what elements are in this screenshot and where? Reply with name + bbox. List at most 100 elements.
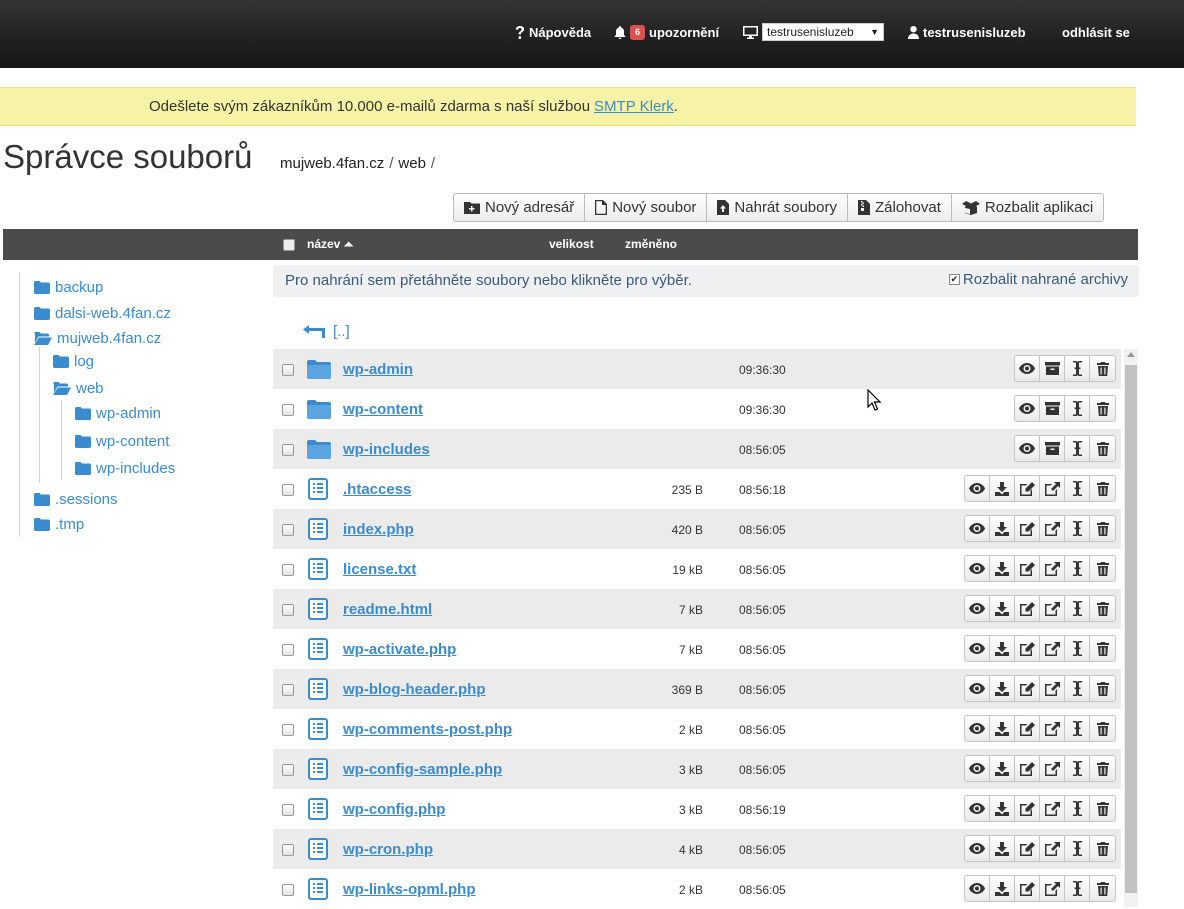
- eye-button[interactable]: [965, 596, 990, 621]
- download-button[interactable]: [990, 476, 1015, 501]
- backup-button[interactable]: Zálohovat: [848, 194, 952, 221]
- row-checkbox[interactable]: [282, 724, 294, 736]
- file-list-scrollbar[interactable]: [1124, 349, 1138, 907]
- external-link-button[interactable]: [1040, 556, 1065, 581]
- unpack-app-button[interactable]: Rozbalit aplikaci: [952, 194, 1103, 221]
- trash-button[interactable]: [1090, 636, 1115, 661]
- tree-item-tmp[interactable]: .tmp: [34, 516, 84, 533]
- tree-item-wp-admin[interactable]: wp-admin: [75, 405, 161, 422]
- rename-button[interactable]: [1065, 796, 1090, 821]
- archive-button[interactable]: [1040, 396, 1065, 421]
- notifications-link[interactable]: 6 upozornění: [614, 23, 719, 41]
- unpack-archives-option[interactable]: ✔ Rozbalit nahrané archivy: [948, 271, 1128, 288]
- row-checkbox[interactable]: [282, 644, 294, 656]
- trash-button[interactable]: [1090, 716, 1115, 741]
- user-link[interactable]: testrusenisluzeb: [908, 23, 1026, 41]
- edit-button[interactable]: [1015, 516, 1040, 541]
- rename-button[interactable]: [1065, 836, 1090, 861]
- new-directory-button[interactable]: Nový adresář: [454, 194, 586, 221]
- select-all-checkbox[interactable]: [283, 239, 295, 251]
- download-button[interactable]: [990, 796, 1015, 821]
- file-name-link[interactable]: .htaccess: [343, 481, 411, 498]
- file-name-link[interactable]: readme.html: [343, 601, 432, 618]
- external-link-button[interactable]: [1040, 636, 1065, 661]
- edit-button[interactable]: [1015, 636, 1040, 661]
- rename-button[interactable]: [1065, 556, 1090, 581]
- rename-button[interactable]: [1065, 636, 1090, 661]
- rename-button[interactable]: [1065, 676, 1090, 701]
- rename-button[interactable]: [1065, 476, 1090, 501]
- trash-button[interactable]: [1090, 836, 1115, 861]
- scrollbar-thumb[interactable]: [1125, 365, 1137, 893]
- download-button[interactable]: [990, 876, 1015, 901]
- eye-button[interactable]: [1015, 356, 1040, 381]
- file-name-link[interactable]: wp-includes: [343, 441, 430, 458]
- trash-button[interactable]: [1090, 436, 1115, 461]
- download-button[interactable]: [990, 756, 1015, 781]
- rename-button[interactable]: [1065, 356, 1090, 381]
- eye-button[interactable]: [965, 796, 990, 821]
- rename-button[interactable]: [1065, 396, 1090, 421]
- rename-button[interactable]: [1065, 516, 1090, 541]
- tree-item-backup[interactable]: backup: [34, 279, 103, 296]
- row-checkbox[interactable]: [282, 804, 294, 816]
- eye-button[interactable]: [965, 636, 990, 661]
- tree-item-wp-includes[interactable]: wp-includes: [75, 460, 175, 477]
- external-link-button[interactable]: [1040, 876, 1065, 901]
- row-checkbox[interactable]: [282, 884, 294, 896]
- row-checkbox[interactable]: [282, 364, 294, 376]
- eye-button[interactable]: [965, 876, 990, 901]
- row-checkbox[interactable]: [282, 764, 294, 776]
- tree-item-wp-content[interactable]: wp-content: [75, 433, 169, 450]
- eye-button[interactable]: [965, 476, 990, 501]
- column-name-sort[interactable]: název ⏶: [307, 237, 353, 252]
- new-file-button[interactable]: Nový soubor: [585, 194, 708, 221]
- external-link-button[interactable]: [1040, 476, 1065, 501]
- trash-button[interactable]: [1090, 796, 1115, 821]
- rename-button[interactable]: [1065, 716, 1090, 741]
- file-name-link[interactable]: wp-comments-post.php: [343, 721, 512, 738]
- trash-button[interactable]: [1090, 596, 1115, 621]
- file-name-link[interactable]: index.php: [343, 521, 414, 538]
- external-link-button[interactable]: [1040, 716, 1065, 741]
- file-name-link[interactable]: license.txt: [343, 561, 416, 578]
- row-checkbox[interactable]: [282, 484, 294, 496]
- edit-button[interactable]: [1015, 556, 1040, 581]
- external-link-button[interactable]: [1040, 596, 1065, 621]
- help-link[interactable]: Nápověda: [515, 23, 591, 41]
- trash-button[interactable]: [1090, 476, 1115, 501]
- breadcrumb-web[interactable]: web: [398, 155, 426, 172]
- trash-button[interactable]: [1090, 876, 1115, 901]
- file-name-link[interactable]: wp-cron.php: [343, 841, 433, 858]
- row-checkbox[interactable]: [282, 684, 294, 696]
- edit-button[interactable]: [1015, 836, 1040, 861]
- external-link-button[interactable]: [1040, 836, 1065, 861]
- archive-button[interactable]: [1040, 356, 1065, 381]
- file-name-link[interactable]: wp-activate.php: [343, 641, 456, 658]
- trash-button[interactable]: [1090, 356, 1115, 381]
- file-name-link[interactable]: wp-admin: [343, 361, 413, 378]
- scroll-up-arrow-icon[interactable]: [1127, 352, 1135, 357]
- eye-button[interactable]: [965, 516, 990, 541]
- tree-item-web[interactable]: web: [53, 380, 104, 397]
- eye-button[interactable]: [965, 676, 990, 701]
- trash-button[interactable]: [1090, 556, 1115, 581]
- tree-item-dalsi-web-4fan-cz[interactable]: dalsi-web.4fan.cz: [34, 305, 171, 322]
- trash-button[interactable]: [1090, 756, 1115, 781]
- trash-button[interactable]: [1090, 516, 1115, 541]
- edit-button[interactable]: [1015, 796, 1040, 821]
- download-button[interactable]: [990, 516, 1015, 541]
- row-checkbox[interactable]: [282, 404, 294, 416]
- file-name-link[interactable]: wp-content: [343, 401, 423, 418]
- edit-button[interactable]: [1015, 676, 1040, 701]
- external-link-button[interactable]: [1040, 676, 1065, 701]
- rename-button[interactable]: [1065, 876, 1090, 901]
- trash-button[interactable]: [1090, 396, 1115, 421]
- external-link-button[interactable]: [1040, 796, 1065, 821]
- file-name-link[interactable]: wp-links-opml.php: [343, 881, 476, 898]
- external-link-button[interactable]: [1040, 756, 1065, 781]
- column-modified[interactable]: změněno: [625, 237, 677, 251]
- eye-button[interactable]: [1015, 436, 1040, 461]
- tree-item-log[interactable]: log: [53, 353, 94, 370]
- upload-dropzone[interactable]: Pro nahrání sem přetáhněte soubory nebo …: [273, 265, 1139, 297]
